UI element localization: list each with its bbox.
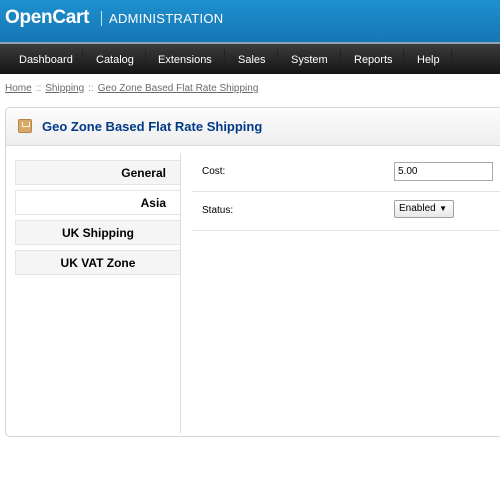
menu-help[interactable]: Help [417,54,440,66]
breadcrumb-current[interactable]: Geo Zone Based Flat Rate Shipping [98,83,259,94]
box-heading: Geo Zone Based Flat Rate Shipping [6,108,500,146]
logo-divider [101,11,102,26]
menu-dashboard[interactable]: Dashboard [19,54,73,66]
content-box: Geo Zone Based Flat Rate Shipping Genera… [5,107,500,437]
menu-divider [277,50,278,70]
menu-divider [145,50,146,70]
menu-extensions[interactable]: Extensions [158,54,212,66]
geo-zone-tabs: General Asia UK Shipping UK VAT Zone [15,153,181,433]
breadcrumb-shipping[interactable]: Shipping [45,83,84,94]
menu-reports[interactable]: Reports [354,54,393,66]
menu-divider [451,50,452,70]
menu-divider [82,50,83,70]
cost-row: Cost: [192,153,500,192]
opencart-logo[interactable]: OpenCart [5,7,89,29]
breadcrumb: Home:: Shipping:: Geo Zone Based Flat Rate… [5,83,258,94]
menu-system[interactable]: System [291,54,328,66]
admin-subtitle: ADMINISTRATION [109,11,224,26]
menu-sales[interactable]: Sales [238,54,266,66]
cost-label: Cost: [202,166,226,177]
status-select[interactable]: Enabled ▼ [394,200,454,218]
tab-uk-vat-zone[interactable]: UK VAT Zone [15,250,180,275]
tab-uk-shipping[interactable]: UK Shipping [15,220,180,245]
status-value: Enabled [399,203,436,214]
status-label: Status: [202,205,234,216]
top-header: OpenCart ADMINISTRATION [0,0,500,42]
cost-input[interactable] [394,162,493,181]
breadcrumb-separator: :: [35,83,42,94]
tab-asia[interactable]: Asia [15,190,180,215]
breadcrumb-home[interactable]: Home [5,83,32,94]
shipping-box-icon [18,119,32,133]
menu-divider [340,50,341,70]
dropdown-arrow-icon: ▼ [439,204,447,213]
breadcrumb-separator: :: [88,83,94,94]
tab-general[interactable]: General [15,160,180,185]
menu-divider [403,50,404,70]
status-row: Status: Enabled ▼ [192,192,500,231]
menu-catalog[interactable]: Catalog [96,54,134,66]
main-menu: Dashboard Catalog Extensions Sales Syste… [0,42,500,74]
menu-divider [224,50,225,70]
page-title: Geo Zone Based Flat Rate Shipping [42,119,263,134]
